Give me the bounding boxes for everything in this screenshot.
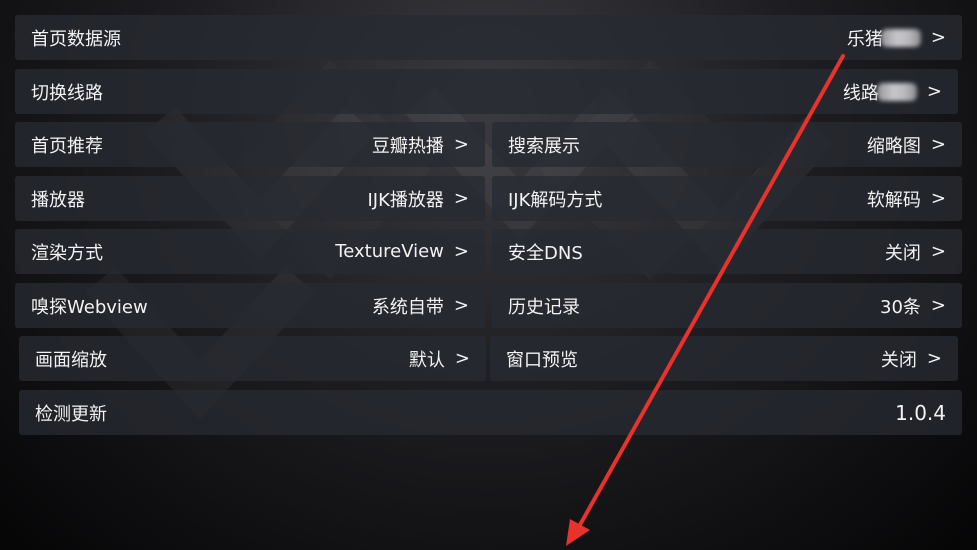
setting-value: 系统自带 > [372, 293, 469, 319]
sniff-webview-value: 系统自带 [371, 296, 444, 318]
setting-label: 渲染方式 [31, 242, 103, 264]
blurred-text [880, 28, 921, 47]
search-display-value: 缩略图 [866, 135, 921, 157]
setting-label: 搜索展示 [508, 135, 580, 157]
chevron-right-icon: > [930, 295, 946, 316]
home-source-value: 乐猪 [846, 28, 883, 50]
chevron-right-icon: > [454, 348, 470, 369]
setting-label: IJK解码方式 [508, 189, 603, 211]
setting-label: 播放器 [31, 189, 85, 211]
home-recommend-value: 豆瓣热播 [371, 135, 444, 157]
ijk-decode-value: 软解码 [866, 189, 921, 211]
setting-label: 历史记录 [508, 296, 580, 318]
setting-value: 30条 > [880, 293, 946, 319]
setting-render-mode[interactable]: 渲染方式 TextureView > [15, 229, 485, 274]
chevron-right-icon: > [926, 81, 942, 102]
switch-line-value: 线路 [842, 82, 879, 104]
blurred-text [876, 82, 917, 101]
setting-ijk-decode[interactable]: IJK解码方式 软解码 > [492, 176, 962, 221]
setting-label: 画面缩放 [35, 349, 107, 371]
setting-label: 安全DNS [508, 242, 583, 264]
setting-secure-dns[interactable]: 安全DNS 关闭 > [492, 229, 962, 274]
setting-search-display[interactable]: 搜索展示 缩略图 > [492, 122, 962, 167]
setting-label: 首页推荐 [31, 135, 103, 157]
player-value: IJK播放器 [367, 189, 444, 211]
render-mode-value: TextureView [335, 241, 444, 262]
chevron-right-icon: > [453, 134, 469, 155]
history-value: 30条 [880, 296, 921, 318]
picture-scale-value: 默认 [408, 349, 445, 371]
chevron-right-icon: > [930, 27, 946, 48]
setting-history[interactable]: 历史记录 30条 > [492, 283, 962, 328]
setting-value: 豆瓣热播 > [372, 132, 469, 158]
setting-sniff-webview[interactable]: 嗅探Webview 系统自带 > [15, 283, 485, 328]
setting-value: 关闭 > [885, 239, 946, 265]
app-version: 1.0.4 [895, 400, 946, 425]
setting-window-preview[interactable]: 窗口预览 关闭 > [490, 336, 958, 381]
setting-switch-line[interactable]: 切换线路 线路 > [15, 69, 958, 114]
arrowhead [566, 519, 590, 546]
setting-label: 检测更新 [35, 403, 107, 425]
setting-value: 乐猪 > [847, 25, 946, 51]
chevron-right-icon: > [930, 188, 946, 209]
setting-value: 默认 > [409, 346, 470, 372]
chevron-right-icon: > [930, 241, 946, 262]
setting-value: 软解码 > [867, 186, 946, 212]
chevron-right-icon: > [926, 348, 942, 369]
chevron-right-icon: > [453, 188, 469, 209]
setting-value: 缩略图 > [867, 132, 946, 158]
setting-value: TextureView > [335, 241, 469, 262]
setting-check-update[interactable]: 检测更新 1.0.4 [19, 390, 962, 435]
setting-value: 关闭 > [881, 346, 942, 372]
setting-player[interactable]: 播放器 IJK播放器 > [15, 176, 485, 221]
chevron-right-icon: > [930, 134, 946, 155]
setting-value: 线路 > [843, 79, 942, 105]
setting-home-recommend[interactable]: 首页推荐 豆瓣热播 > [15, 122, 485, 167]
setting-picture-scale[interactable]: 画面缩放 默认 > [19, 336, 486, 381]
setting-value: IJK播放器 > [367, 186, 469, 212]
chevron-right-icon: > [453, 241, 469, 262]
setting-label: 首页数据源 [31, 28, 121, 50]
window-preview-value: 关闭 [880, 349, 917, 371]
setting-label: 切换线路 [31, 82, 103, 104]
chevron-right-icon: > [453, 295, 469, 316]
setting-label: 嗅探Webview [31, 296, 148, 318]
setting-home-source[interactable]: 首页数据源 乐猪 > [15, 15, 962, 60]
setting-label: 窗口预览 [506, 349, 578, 371]
secure-dns-value: 关闭 [884, 242, 921, 264]
